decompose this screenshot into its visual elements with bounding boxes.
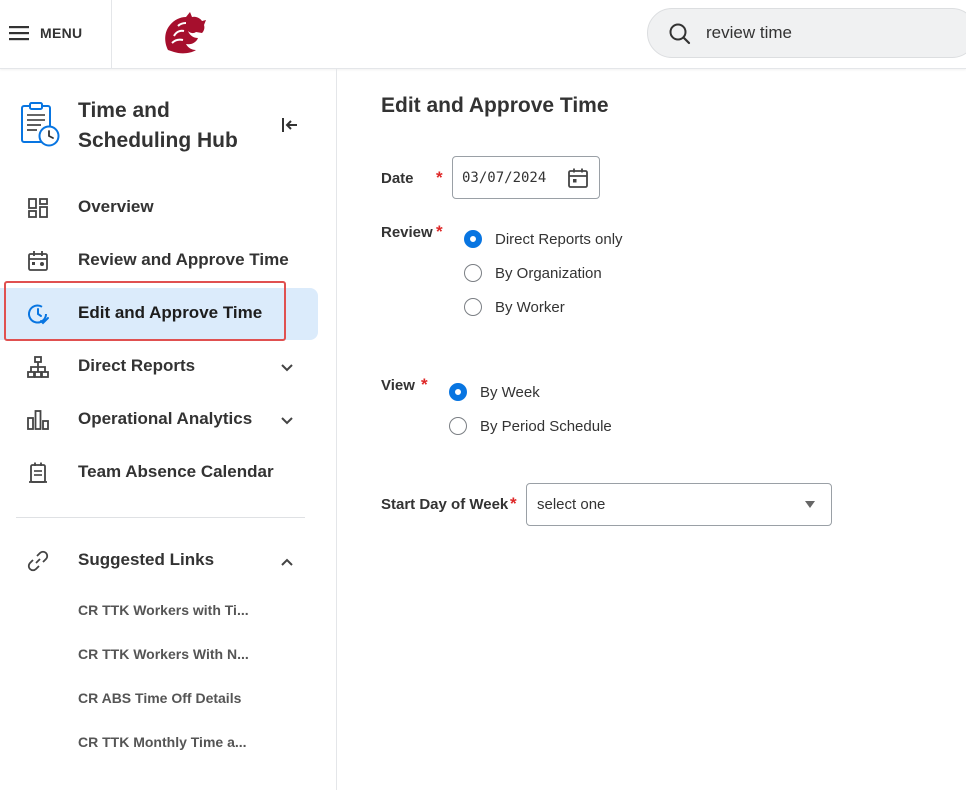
radio-by-worker[interactable]: By Worker	[464, 298, 565, 316]
top-bar: MENU	[0, 0, 966, 69]
radio-by-period-schedule[interactable]: By Period Schedule	[449, 417, 612, 435]
org-chart-icon	[27, 356, 49, 378]
clock-check-icon	[28, 304, 49, 325]
menu-label: MENU	[40, 25, 83, 41]
sidebar: Time and Scheduling Hub Overview Review …	[0, 69, 337, 790]
date-value: 03/07/2024	[462, 170, 547, 186]
bar-chart-icon	[27, 410, 49, 430]
radio-circle[interactable]	[464, 298, 482, 316]
sidebar-item-label: Edit and Approve Time	[78, 303, 263, 322]
radio-by-organization[interactable]: By Organization	[464, 264, 602, 282]
search-bar[interactable]	[647, 8, 966, 58]
sidebar-item-label: Operational Analytics	[78, 409, 253, 428]
hub-title: Time and Scheduling Hub	[78, 99, 238, 152]
calendar-icon	[29, 462, 47, 483]
suggested-links-label: Suggested Links	[78, 550, 215, 569]
calendar-icon[interactable]	[567, 167, 589, 189]
collapse-sidebar-icon[interactable]	[279, 115, 299, 135]
sidebar-divider	[16, 517, 305, 518]
timesheet-clock-icon	[21, 102, 60, 147]
sidebar-item-label: Review and Approve Time	[78, 250, 289, 269]
date-input[interactable]: 03/07/2024	[452, 156, 600, 199]
suggested-links-header[interactable]: Suggested Links	[0, 535, 318, 587]
search-icon	[669, 23, 691, 45]
radio-circle[interactable]	[449, 417, 467, 435]
select-value: select one	[537, 496, 606, 513]
suggested-link[interactable]: CR TTK Workers with Ti...	[78, 602, 249, 618]
radio-label: Direct Reports only	[495, 230, 623, 248]
required-asterisk: *	[436, 168, 443, 187]
required-asterisk: *	[421, 375, 428, 394]
required-asterisk: *	[436, 222, 443, 241]
radio-by-week[interactable]: By Week	[449, 383, 540, 401]
sidebar-item-label: Direct Reports	[78, 356, 196, 375]
view-label: View	[381, 377, 415, 394]
sidebar-item-edit-approve-time[interactable]: Edit and Approve Time	[0, 288, 318, 340]
menu-button[interactable]: MENU	[8, 22, 82, 44]
chevron-down-icon[interactable]	[278, 359, 296, 377]
main-content: Edit and Approve Time Date * 03/07/2024 …	[337, 69, 966, 790]
radio-label: By Week	[480, 383, 540, 401]
sidebar-item-label: Team Absence Calendar	[78, 462, 274, 481]
chevron-down-icon[interactable]	[278, 412, 296, 430]
caret-down-icon	[805, 501, 815, 508]
radio-direct-reports-only[interactable]: Direct Reports only	[464, 230, 623, 248]
sidebar-item-direct-reports[interactable]: Direct Reports	[0, 341, 318, 393]
required-asterisk: *	[510, 494, 517, 513]
sidebar-item-team-absence-calendar[interactable]: Team Absence Calendar	[0, 447, 318, 499]
cougar-logo-icon[interactable]	[160, 10, 208, 56]
date-label: Date	[381, 170, 414, 187]
start-day-label: Start Day of Week	[381, 496, 509, 513]
topbar-divider	[111, 0, 112, 68]
suggested-link[interactable]: CR TTK Workers With N...	[78, 646, 249, 662]
radio-label: By Worker	[495, 298, 565, 316]
dashboard-icon	[28, 198, 48, 218]
calendar-person-icon	[28, 251, 48, 271]
radio-circle[interactable]	[464, 230, 482, 248]
start-day-select[interactable]: select one	[526, 483, 832, 526]
search-input[interactable]	[706, 21, 946, 45]
radio-label: By Organization	[495, 264, 602, 282]
chevron-up-icon[interactable]	[278, 553, 296, 571]
suggested-link[interactable]: CR TTK Monthly Time a...	[78, 734, 247, 750]
sidebar-item-overview[interactable]: Overview	[0, 182, 318, 234]
sidebar-item-review-approve-time[interactable]: Review and Approve Time	[0, 235, 318, 287]
suggested-link[interactable]: CR ABS Time Off Details	[78, 690, 241, 706]
hamburger-icon	[9, 26, 29, 41]
radio-circle[interactable]	[449, 383, 467, 401]
review-label: Review	[381, 224, 433, 241]
page-title: Edit and Approve Time	[381, 94, 609, 117]
radio-label: By Period Schedule	[480, 417, 612, 435]
link-icon	[27, 550, 49, 572]
sidebar-item-operational-analytics[interactable]: Operational Analytics	[0, 394, 318, 446]
radio-circle[interactable]	[464, 264, 482, 282]
sidebar-item-label: Overview	[78, 197, 154, 216]
